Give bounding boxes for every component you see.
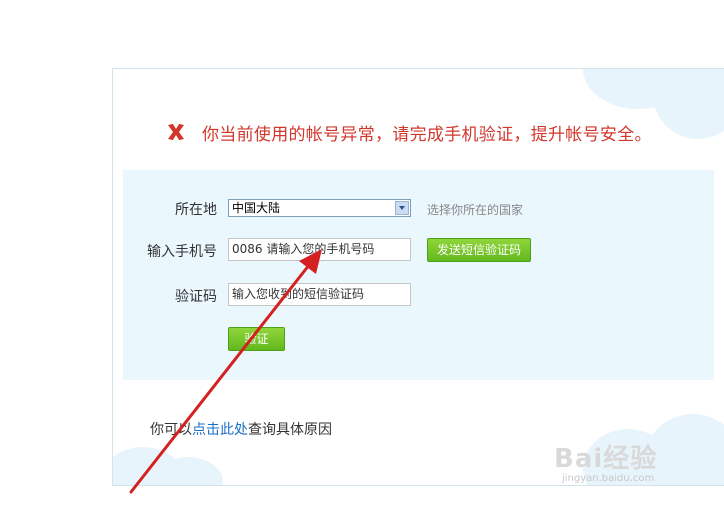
- country-select[interactable]: 中国大陆: [228, 199, 411, 217]
- sms-code-input[interactable]: 输入您收到的短信验证码: [228, 283, 411, 306]
- verify-button[interactable]: 验证: [228, 327, 285, 351]
- country-hint: 选择你所在的国家: [427, 203, 524, 217]
- location-label: 所在地: [175, 202, 217, 218]
- phone-label: 输入手机号: [147, 244, 217, 260]
- decor-cloud-top-right-2: [653, 69, 724, 139]
- alert-message: 你当前使用的帐号异常，请完成手机验证，提升帐号安全。: [202, 124, 652, 145]
- watermark-subtitle: jingyan.baidu.com: [562, 473, 655, 484]
- footer-note: 你可以点击此处查询具体原因: [150, 419, 332, 439]
- send-sms-code-button[interactable]: 发送短信验证码: [427, 238, 531, 262]
- error-x-icon: [168, 124, 184, 140]
- check-reason-link[interactable]: 点击此处: [192, 422, 248, 438]
- footer-prefix: 你可以: [150, 422, 192, 438]
- footer-suffix: 查询具体原因: [248, 422, 332, 438]
- watermark-title: Bai经验: [554, 444, 658, 474]
- baidu-jingyan-watermark: Bai经验 jingyan.baidu.com: [554, 438, 657, 484]
- country-select-value: 中国大陆: [232, 201, 281, 215]
- code-label: 验证码: [175, 289, 217, 305]
- chevron-down-icon[interactable]: [395, 201, 409, 215]
- account-alert: 你当前使用的帐号异常，请完成手机验证，提升帐号安全。: [164, 118, 652, 146]
- phone-input[interactable]: 0086 请输入您的手机号码: [228, 238, 411, 261]
